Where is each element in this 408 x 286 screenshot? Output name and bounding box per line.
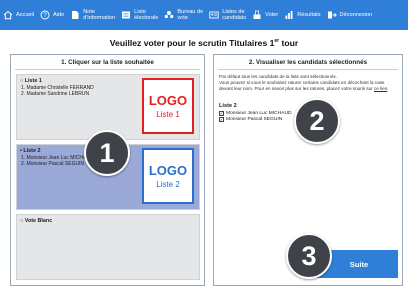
nav-note-information[interactable]: Note d'information xyxy=(70,0,115,30)
bureau-icon xyxy=(164,10,174,20)
list-title: • Liste 2 xyxy=(20,148,41,154)
page-title: Veuillez voter pour le scrutin Titulaire… xyxy=(0,38,408,48)
candidate-name: Monsieur Jean Luc MICHAUD xyxy=(226,111,292,116)
vote-icon xyxy=(252,10,262,20)
step-3-marker: 3 xyxy=(286,233,332,279)
nav-aide[interactable]: ? Aide xyxy=(40,0,64,30)
nav-label-line2: vote xyxy=(177,15,188,21)
ratures-help-link[interactable]: ce lien xyxy=(374,86,387,91)
candidate-names: 1. Monsieur Jean Luc MICHAUD 2. Monsieur… xyxy=(21,155,94,167)
title-text: Veuillez voter pour le scrutin Titulaire… xyxy=(109,38,275,48)
step-2-marker: 2 xyxy=(294,98,340,144)
nav-label: Résultats xyxy=(297,12,321,18)
candidate-names: 1. Madame Christelle FERRAND 2. Madame S… xyxy=(21,85,94,97)
info-line: Vous pouvez si vous le souhaitez raturer… xyxy=(219,79,389,91)
candidate-name: 2. Monsieur Pascal SEGUIN xyxy=(21,161,85,168)
candidate-checkbox[interactable]: ✓ xyxy=(219,111,224,116)
nav-label: Accueil xyxy=(16,12,35,18)
panel-heading: 1. Cliquer sur la liste souhaitée xyxy=(61,59,154,66)
results-icon xyxy=(284,10,294,20)
list-icon xyxy=(121,10,131,20)
selected-list-title: Liste 2 xyxy=(219,103,237,109)
info-text-body: Vous pouvez si vous le souhaitez raturer… xyxy=(219,79,385,91)
home-icon xyxy=(3,10,13,20)
nav-voter[interactable]: Voter xyxy=(252,0,278,30)
nav-label-line2: électorale xyxy=(134,15,159,21)
candidate-name: Monsieur Pascal SEGUIN xyxy=(226,117,283,122)
candidate-name: 2. Madame Sandrine LEBRUN xyxy=(21,91,90,98)
nav-label: Aide xyxy=(53,12,65,18)
top-navbar: Accueil ? Aide Note d'information Liste … xyxy=(0,0,408,30)
nav-deconnexion[interactable]: Déconnexion xyxy=(327,0,373,30)
list-title: ○ Vote Blanc xyxy=(20,218,53,224)
title-suffix: tour xyxy=(279,38,299,48)
list-1-logo: LOGO Liste 1 xyxy=(142,78,194,134)
note-icon xyxy=(70,10,80,20)
nav-liste-electorale[interactable]: Liste électorale xyxy=(121,0,158,30)
list-2-logo: LOGO Liste 2 xyxy=(142,148,194,204)
logo-text: LOGO xyxy=(148,92,188,108)
nav-bureau-vote[interactable]: Bureau de vote xyxy=(164,0,203,30)
list-option-vote-blanc[interactable]: ○ Vote Blanc xyxy=(16,214,200,280)
nav-label-line2: d'information xyxy=(83,15,116,21)
nav-resultats[interactable]: Résultats xyxy=(284,0,321,30)
candidate-row: ✓ Monsieur Jean Luc MICHAUD xyxy=(219,111,292,116)
info-text: Par défaut tous les candidats de la list… xyxy=(219,74,399,91)
logo-subtext: Liste 2 xyxy=(156,179,180,189)
nav-label-line2: candidats xyxy=(222,15,247,21)
list-title: ○ Liste 1 xyxy=(20,78,42,84)
nav-listes-candidats[interactable]: Listes de candidats xyxy=(209,0,246,30)
nav-label: Voter xyxy=(265,12,279,18)
step-1-marker: 1 xyxy=(84,130,130,176)
nav-label: Déconnexion xyxy=(339,12,373,18)
candidates-icon xyxy=(209,10,219,20)
panel-heading: 2. Visualiser les candidats sélectionnés xyxy=(248,59,368,66)
help-icon: ? xyxy=(40,10,50,20)
divider xyxy=(218,69,398,70)
candidate-row: ✓ Monsieur Pascal SEGUIN xyxy=(219,117,282,122)
candidate-checkbox[interactable]: ✓ xyxy=(219,117,224,122)
logout-icon xyxy=(327,10,337,20)
nav-accueil[interactable]: Accueil xyxy=(3,0,34,30)
logo-text: LOGO xyxy=(148,162,188,178)
logo-subtext: Liste 1 xyxy=(156,109,180,119)
divider xyxy=(15,69,200,70)
